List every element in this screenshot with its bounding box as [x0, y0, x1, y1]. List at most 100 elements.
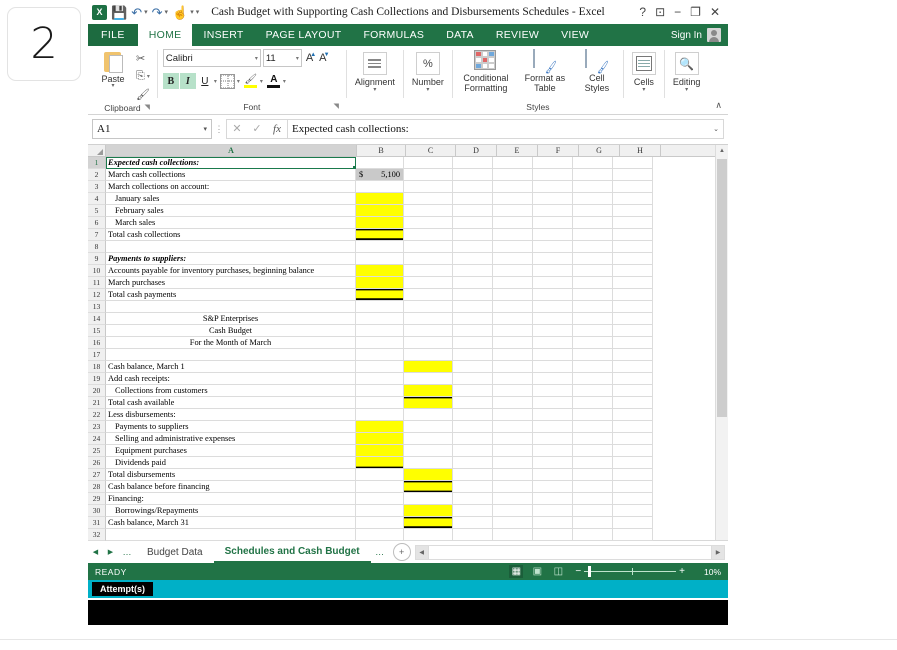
- cell-F27[interactable]: [533, 469, 573, 481]
- row-header-18[interactable]: 18: [88, 361, 106, 373]
- cell-G12[interactable]: [573, 289, 613, 301]
- tab-formulas[interactable]: FORMULAS: [352, 24, 435, 46]
- cell-C21[interactable]: [404, 397, 453, 409]
- tab-home[interactable]: HOME: [137, 24, 193, 46]
- cell-C16[interactable]: [404, 337, 453, 349]
- cell-F25[interactable]: [533, 445, 573, 457]
- column-header-e[interactable]: E: [497, 145, 538, 156]
- cell-G29[interactable]: [573, 493, 613, 505]
- tab-file[interactable]: FILE: [88, 24, 138, 46]
- cell-A19[interactable]: Add cash receipts:: [106, 373, 356, 385]
- cell-A2[interactable]: March cash collections: [106, 169, 356, 181]
- row-header-26[interactable]: 26: [88, 457, 106, 469]
- cell-H6[interactable]: [613, 217, 653, 229]
- cell-D10[interactable]: [453, 265, 493, 277]
- row-header-2[interactable]: 2: [88, 169, 106, 181]
- cell-F29[interactable]: [533, 493, 573, 505]
- cell-E3[interactable]: [493, 181, 533, 193]
- cell-D2[interactable]: [453, 169, 493, 181]
- cell-G9[interactable]: [573, 253, 613, 265]
- cell-G18[interactable]: [573, 361, 613, 373]
- cell-G15[interactable]: [573, 325, 613, 337]
- collapse-ribbon-icon[interactable]: ∧: [715, 100, 722, 111]
- cell-H30[interactable]: [613, 505, 653, 517]
- paste-dropdown-icon[interactable]: ▾: [111, 83, 114, 89]
- cell-A4[interactable]: January sales: [106, 193, 356, 205]
- cell-C11[interactable]: [404, 277, 453, 289]
- paste-button[interactable]: Paste ▾: [93, 49, 133, 89]
- cell-A29[interactable]: Financing:: [106, 493, 356, 505]
- font-size-input[interactable]: 11 ▾: [262, 49, 302, 67]
- cell-A30[interactable]: Borrowings/Repayments: [106, 505, 356, 517]
- cell-E17[interactable]: [493, 349, 533, 361]
- cell-B7[interactable]: [356, 229, 404, 241]
- cell-H22[interactable]: [613, 409, 653, 421]
- cell-E19[interactable]: [493, 373, 533, 385]
- row-header-8[interactable]: 8: [88, 241, 106, 253]
- cell-F11[interactable]: [533, 277, 573, 289]
- row-header-29[interactable]: 29: [88, 493, 106, 505]
- cell-G13[interactable]: [573, 301, 613, 313]
- cell-D24[interactable]: [453, 433, 493, 445]
- cell-F21[interactable]: [533, 397, 573, 409]
- column-header-b[interactable]: B: [357, 145, 406, 156]
- cell-D19[interactable]: [453, 373, 493, 385]
- cell-C10[interactable]: [404, 265, 453, 277]
- cell-E9[interactable]: [493, 253, 533, 265]
- cell-G23[interactable]: [573, 421, 613, 433]
- undo-icon[interactable]: ↶: [131, 6, 142, 19]
- name-box[interactable]: A1 ▾: [92, 119, 212, 139]
- cell-A23[interactable]: Payments to suppliers: [106, 421, 356, 433]
- row-header-7[interactable]: 7: [88, 229, 106, 241]
- undo-dropdown-icon[interactable]: ▾: [144, 8, 148, 16]
- cell-A16[interactable]: For the Month of March: [106, 337, 356, 349]
- copy-button[interactable]: ⎘ ▾: [136, 68, 152, 84]
- cell-G21[interactable]: [573, 397, 613, 409]
- cell-G24[interactable]: [573, 433, 613, 445]
- cell-B32[interactable]: [356, 529, 404, 541]
- copy-dropdown-icon[interactable]: ▾: [147, 73, 150, 80]
- cell-H17[interactable]: [613, 349, 653, 361]
- cell-D30[interactable]: [453, 505, 493, 517]
- cell-E14[interactable]: [493, 313, 533, 325]
- cell-G25[interactable]: [573, 445, 613, 457]
- cell-D16[interactable]: [453, 337, 493, 349]
- cell-E21[interactable]: [493, 397, 533, 409]
- cell-D31[interactable]: [453, 517, 493, 529]
- tab-page-layout[interactable]: PAGE LAYOUT: [255, 24, 353, 46]
- cell-G11[interactable]: [573, 277, 613, 289]
- row-header-3[interactable]: 3: [88, 181, 106, 193]
- touch-dropdown-icon[interactable]: ▾: [190, 8, 194, 16]
- cut-button[interactable]: ✂: [136, 50, 152, 66]
- cell-C25[interactable]: [404, 445, 453, 457]
- conditional-formatting-button[interactable]: Conditional Formatting: [458, 50, 514, 93]
- horizontal-scrollbar[interactable]: ◀ ▶: [414, 544, 725, 560]
- page-layout-view-icon[interactable]: ▣: [530, 565, 544, 578]
- cell-B20[interactable]: [356, 385, 404, 397]
- row-header-27[interactable]: 27: [88, 469, 106, 481]
- cell-C14[interactable]: [404, 313, 453, 325]
- cell-G32[interactable]: [573, 529, 613, 541]
- row-header-16[interactable]: 16: [88, 337, 106, 349]
- cell-D12[interactable]: [453, 289, 493, 301]
- cell-F9[interactable]: [533, 253, 573, 265]
- alignment-button[interactable]: Alignment ▾: [352, 52, 398, 93]
- cell-D7[interactable]: [453, 229, 493, 241]
- borders-dropdown-icon[interactable]: ▾: [237, 78, 240, 85]
- cell-B13[interactable]: [356, 301, 404, 313]
- cell-B15[interactable]: [356, 325, 404, 337]
- cell-C27[interactable]: [404, 469, 453, 481]
- column-header-h[interactable]: H: [620, 145, 661, 156]
- format-as-table-button[interactable]: 🖌 Format as Table: [517, 49, 573, 93]
- cell-F24[interactable]: [533, 433, 573, 445]
- sheet-tabs-overflow-right-icon[interactable]: …: [371, 547, 389, 557]
- clipboard-dialog-launcher-icon[interactable]: ◥: [144, 101, 149, 114]
- horizontal-scroll-track[interactable]: [427, 545, 712, 559]
- cell-A10[interactable]: Accounts payable for inventory purchases…: [106, 265, 356, 277]
- cell-E32[interactable]: [493, 529, 533, 541]
- cell-F23[interactable]: [533, 421, 573, 433]
- row-header-1[interactable]: 1: [88, 157, 106, 169]
- cell-E18[interactable]: [493, 361, 533, 373]
- cell-E1[interactable]: [493, 157, 533, 169]
- format-painter-button[interactable]: 🖌: [136, 86, 152, 102]
